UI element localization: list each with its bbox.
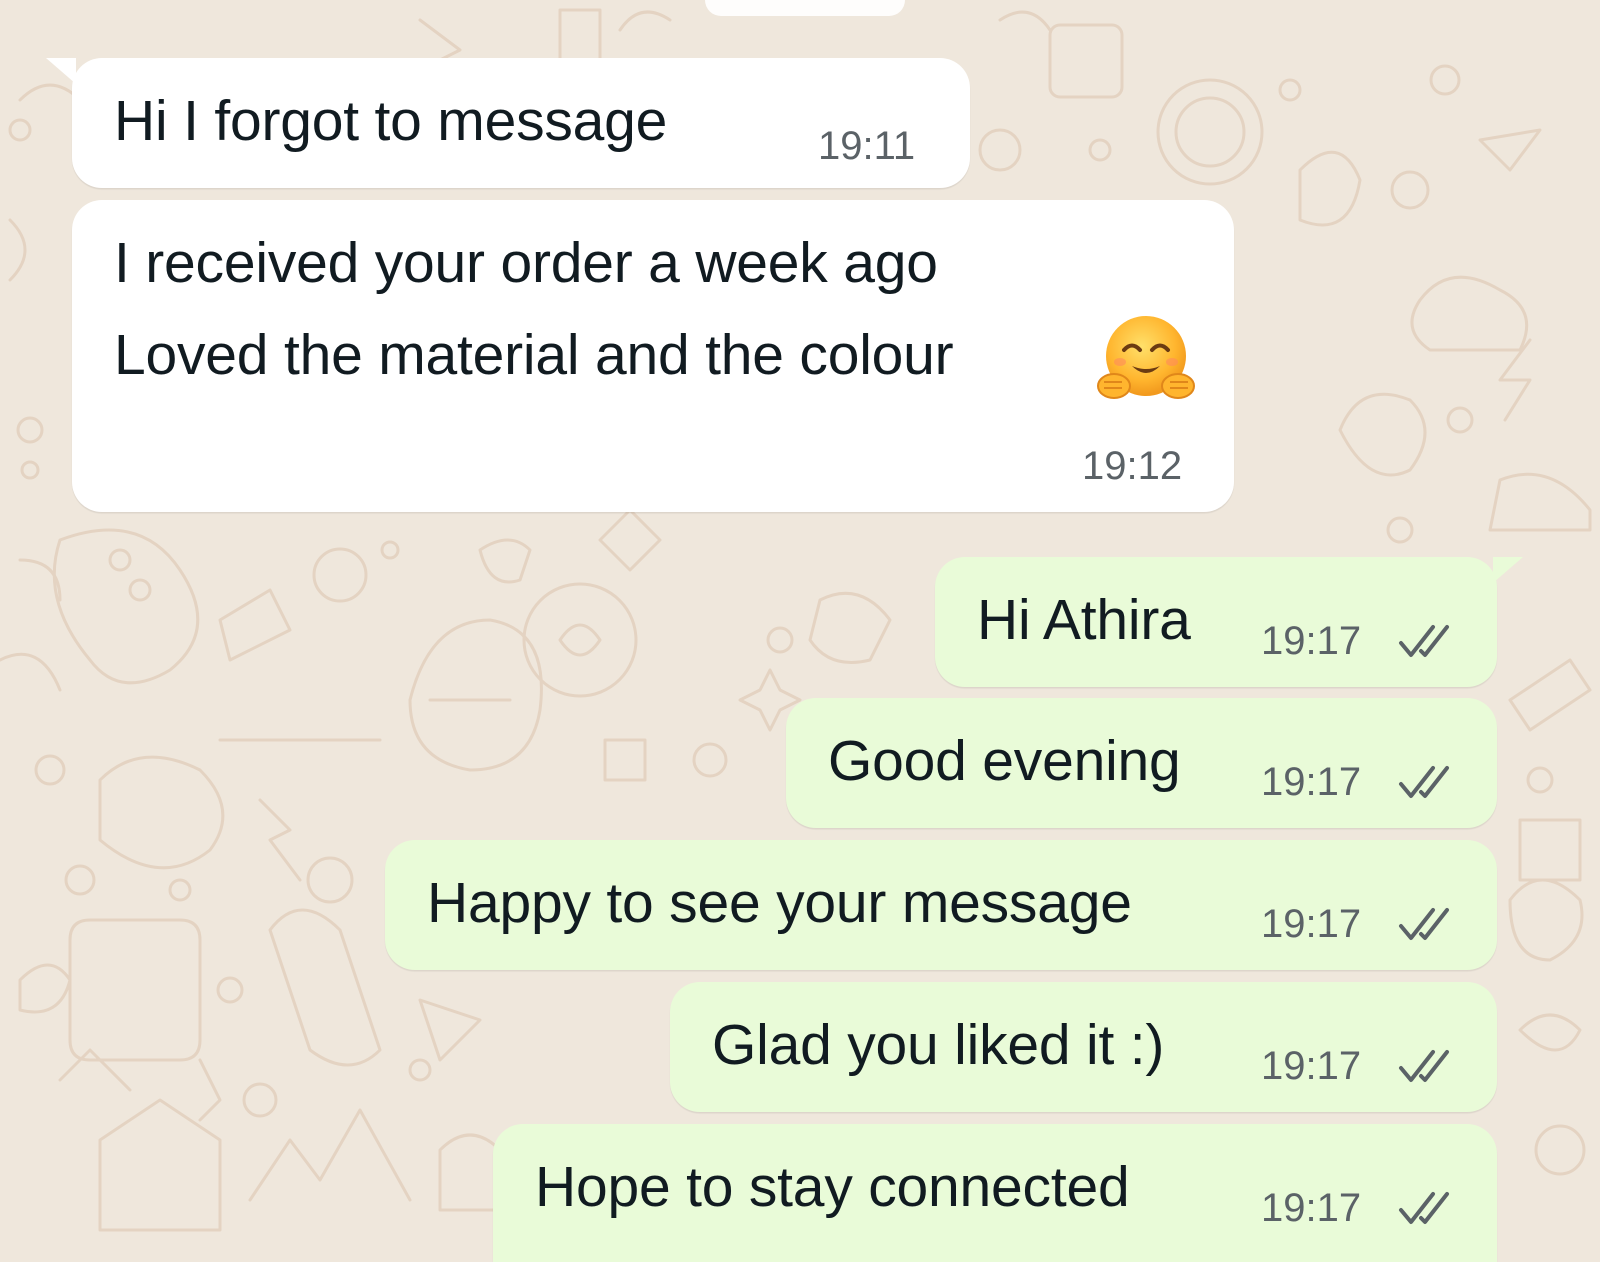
double-check-icon: [1399, 766, 1449, 798]
outgoing-message-bubble[interactable]: Happy to see your message 19:17: [385, 840, 1497, 970]
message-time: 19:17: [1261, 902, 1362, 946]
message-text: Good evening: [828, 729, 1181, 793]
incoming-message-bubble[interactable]: Hi I forgot to message 19:11: [46, 58, 970, 188]
message-text: Glad you liked it :): [712, 1013, 1165, 1077]
message-time: 19:11: [818, 124, 916, 168]
incoming-message-bubble[interactable]: I received your order a week ago Loved t…: [72, 200, 1234, 512]
message-text: Hi I forgot to message: [114, 89, 668, 153]
message-text: Hope to stay connected: [535, 1155, 1130, 1219]
message-text: Happy to see your message: [427, 871, 1132, 935]
message-text: Loved the material and the colour: [114, 323, 954, 387]
double-check-icon: [1399, 625, 1449, 657]
message-time: 19:17: [1261, 1186, 1362, 1230]
message-time: 19:17: [1261, 760, 1362, 804]
hugging-face-emoji: [1097, 316, 1195, 399]
message-text: Hi Athira: [977, 588, 1191, 652]
date-chip: [705, 0, 905, 16]
double-check-icon: [1399, 1192, 1449, 1224]
message-time: 19:17: [1261, 1044, 1362, 1088]
double-check-icon: [1399, 1050, 1449, 1082]
message-time: 19:12: [1082, 444, 1183, 488]
outgoing-message-bubble[interactable]: Good evening 19:17: [786, 698, 1497, 828]
bubble-tail: [46, 58, 76, 84]
bubble-tail: [1493, 557, 1523, 583]
message-time: 19:17: [1261, 619, 1362, 663]
double-check-icon: [1399, 908, 1449, 940]
message-text: I received your order a week ago: [114, 231, 938, 295]
outgoing-message-bubble[interactable]: Glad you liked it :) 19:17: [670, 982, 1497, 1112]
outgoing-message-bubble[interactable]: Hope to stay connected 19:17: [493, 1124, 1497, 1262]
outgoing-message-bubble[interactable]: Hi Athira 19:17: [935, 557, 1523, 687]
